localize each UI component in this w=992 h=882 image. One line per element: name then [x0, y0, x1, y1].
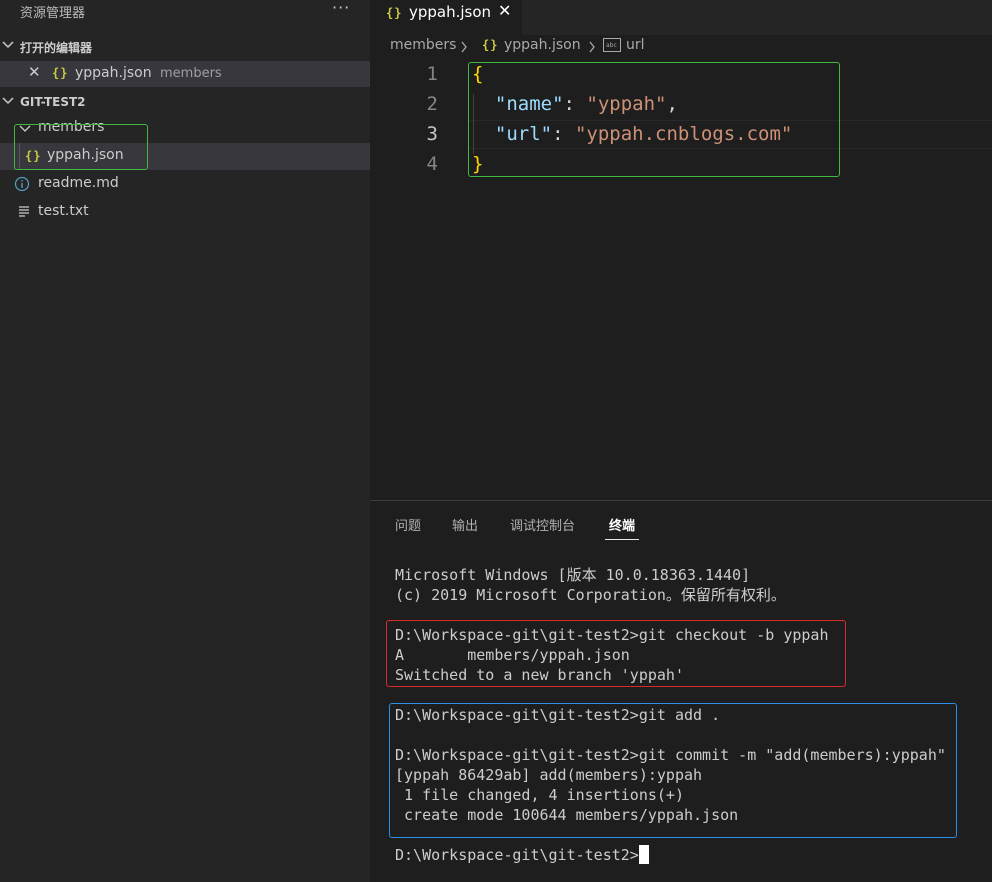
string-symbol-icon: abc — [603, 38, 621, 52]
json-file-icon: {} — [25, 149, 42, 163]
terminal-line: D:\Workspace-git\git-test2>git checkout … — [395, 626, 829, 644]
code-line-2: "name": "yppah", — [472, 93, 678, 115]
chevron-down-icon — [2, 97, 14, 105]
tab-problems[interactable]: 问题 — [395, 515, 421, 534]
explorer-sidebar: 资源管理器 ··· 打开的编辑器 ✕ {} yppah.json members… — [0, 0, 370, 882]
chevron-down-icon — [19, 125, 31, 132]
more-actions-icon[interactable]: ··· — [332, 0, 350, 17]
json-colon: : — [563, 93, 587, 115]
code-editor[interactable]: 1 2 3 4 { "name": "yppah", "url": "yppah… — [370, 60, 992, 500]
chevron-right-icon — [589, 41, 595, 53]
file-name: readme.md — [38, 175, 119, 191]
json-value: "yppah.cnblogs.com" — [574, 123, 793, 145]
code-line-1: { — [472, 63, 483, 85]
terminal-cursor — [638, 845, 649, 864]
terminal-line: D:\Workspace-git\git-test2>git commit -m… — [395, 746, 946, 764]
json-key: "url" — [494, 123, 553, 145]
open-editor-filename: yppah.json — [75, 65, 152, 81]
terminal-line: D:\Workspace-git\git-test2>git add . — [395, 706, 721, 724]
tree-item-readme-md[interactable]: readme.md — [0, 171, 370, 197]
line-number: 4 — [426, 153, 438, 175]
line-number: 3 — [426, 123, 438, 145]
json-file-icon: {} — [482, 38, 499, 52]
info-icon — [14, 176, 30, 192]
tab-debug-console[interactable]: 调试控制台 — [510, 515, 575, 534]
text-file-icon — [19, 206, 29, 217]
explorer-title: 资源管理器 — [20, 6, 86, 21]
json-file-icon: {} — [52, 66, 69, 80]
bottom-panel: 问题 输出 调试控制台 终端 Microsoft Windows [版本 10.… — [370, 500, 992, 882]
json-comma: , — [666, 93, 678, 115]
tree-item-test-txt[interactable]: test.txt — [0, 199, 370, 225]
chevron-right-icon — [461, 41, 467, 53]
open-editors-label: 打开的编辑器 — [20, 41, 93, 55]
breadcrumb-symbol[interactable]: url — [626, 37, 645, 53]
tab-label: yppah.json — [409, 3, 492, 21]
json-key: "name" — [494, 93, 564, 115]
breadcrumb-folder[interactable]: members — [390, 37, 456, 53]
terminal-line: create mode 100644 members/yppah.json — [395, 806, 739, 824]
code-line-3: "url": "yppah.cnblogs.com" — [472, 123, 792, 145]
json-value: "yppah" — [586, 93, 667, 115]
terminal-line: [yppah 86429ab] add(members):yppah — [395, 766, 703, 784]
tree-item-yppah-json[interactable]: {} yppah.json — [0, 143, 370, 170]
json-colon: : — [552, 123, 575, 145]
line-number: 2 — [426, 93, 438, 115]
terminal-line: (c) 2019 Microsoft Corporation。保留所有权利。 — [395, 586, 786, 604]
open-brace: { — [472, 63, 484, 85]
terminal-line: A members/yppah.json — [395, 646, 630, 664]
open-editor-item-yppah-json[interactable]: ✕ {} yppah.json members — [0, 61, 370, 87]
workspace-header[interactable]: GIT-TEST2 — [0, 92, 370, 114]
chevron-down-icon — [2, 41, 14, 49]
active-tab-indicator — [605, 539, 639, 540]
json-file-icon: {} — [386, 6, 403, 20]
tab-yppah-json[interactable]: {} yppah.json ✕ — [370, 0, 522, 35]
close-icon[interactable]: ✕ — [28, 63, 41, 81]
terminal-line: Microsoft Windows [版本 10.0.18363.1440] — [395, 566, 751, 584]
open-editor-description: members — [160, 66, 222, 81]
tree-item-members-folder[interactable]: members — [0, 116, 370, 142]
tab-terminal[interactable]: 终端 — [609, 515, 635, 534]
terminal-prompt: D:\Workspace-git\git-test2> — [395, 846, 639, 864]
open-editors-header[interactable]: 打开的编辑器 — [0, 36, 370, 58]
folder-name: members — [38, 119, 105, 135]
editor-tab-bar: {} yppah.json ✕ — [370, 0, 992, 35]
workspace-label: GIT-TEST2 — [20, 95, 86, 109]
file-name: yppah.json — [47, 147, 124, 163]
terminal-line: 1 file changed, 4 insertions(+) — [395, 786, 684, 804]
tree-indent-guide — [19, 143, 20, 170]
terminal-prompt-line[interactable]: D:\Workspace-git\git-test2> — [395, 845, 649, 865]
line-number: 1 — [426, 63, 438, 85]
tab-output[interactable]: 输出 — [452, 515, 478, 534]
code-line-4: } — [472, 153, 483, 175]
terminal-line: Switched to a new branch 'yppah' — [395, 666, 684, 684]
svg-text:abc: abc — [606, 42, 617, 49]
close-icon[interactable]: ✕ — [498, 1, 511, 20]
file-name: test.txt — [38, 203, 89, 219]
breadcrumb-file[interactable]: yppah.json — [504, 37, 581, 53]
close-brace: } — [472, 153, 484, 175]
